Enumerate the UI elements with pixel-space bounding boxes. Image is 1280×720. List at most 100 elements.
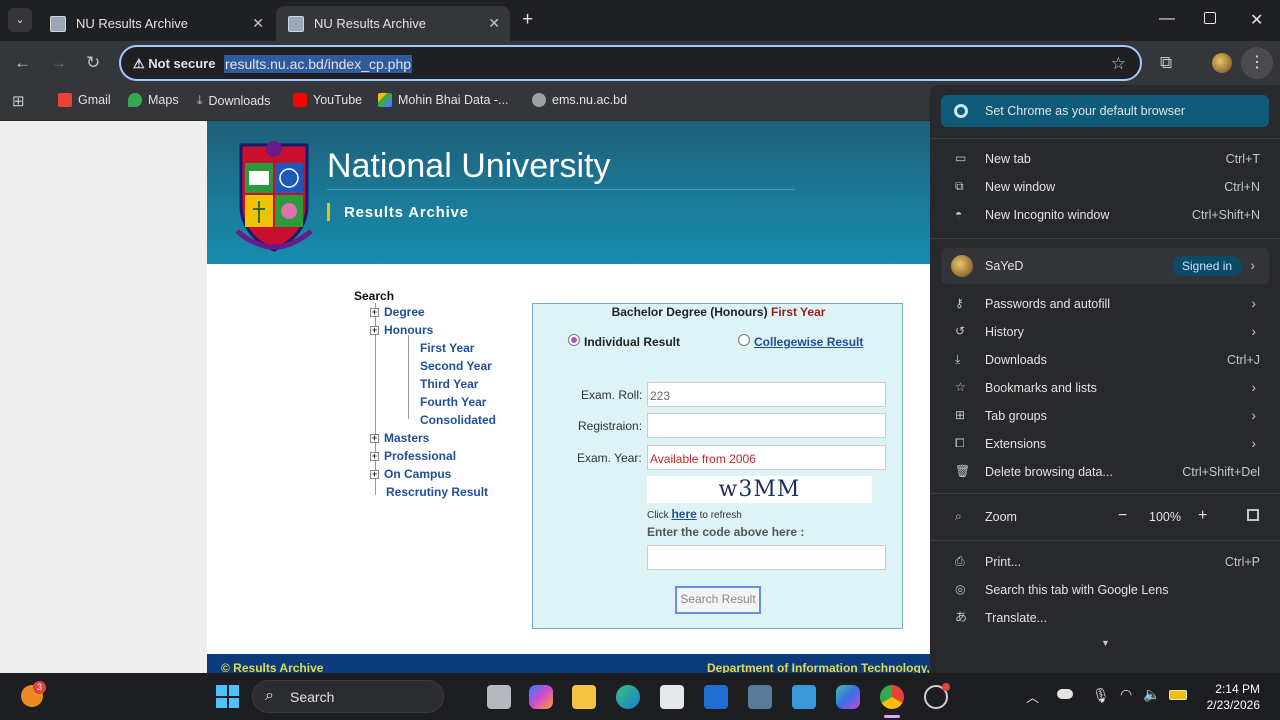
expand-icon[interactable]: + (370, 470, 379, 480)
fullscreen-icon[interactable] (1247, 509, 1259, 521)
app-icon[interactable] (748, 685, 772, 709)
minimize-button[interactable]: — (1159, 10, 1175, 28)
close-window-button[interactable]: ✕ (1250, 10, 1263, 30)
expand-icon[interactable]: + (370, 326, 379, 336)
collegewise-result-radio[interactable] (738, 334, 750, 346)
menu-new-window[interactable]: ⧉ New window Ctrl+N (930, 175, 1280, 201)
tree-item-degree[interactable]: + Degree (370, 305, 425, 319)
tree-item-fourth-year[interactable]: Fourth Year (420, 395, 486, 409)
site-container: National University Results Archive Sear… (207, 121, 930, 673)
file-explorer-icon[interactable] (572, 685, 596, 709)
search-result-button[interactable]: Search Result (675, 586, 761, 614)
task-view-icon[interactable] (487, 685, 511, 709)
battery-icon[interactable] (1169, 690, 1187, 700)
tree-item-professional[interactable]: + Professional (370, 449, 456, 463)
apps-icon[interactable]: ⊞ (12, 94, 28, 110)
individual-result-radio[interactable] (568, 334, 580, 346)
chevron-up-icon[interactable]: ︿ (1026, 687, 1039, 706)
zoom-in-button[interactable]: + (1198, 507, 1207, 525)
edge-icon[interactable] (616, 685, 640, 709)
copilot-icon[interactable] (529, 685, 553, 709)
expand-icon[interactable]: + (370, 308, 379, 318)
tree-item-rescrutiny[interactable]: Rescrutiny Result (386, 485, 488, 499)
site-header: National University Results Archive (207, 121, 930, 264)
system-clock[interactable]: 2:14 PM 2/23/2026 (1207, 681, 1260, 713)
menu-profile[interactable]: SaYeD Signed in › (941, 248, 1269, 284)
exam-roll-input[interactable]: 223 (647, 382, 886, 407)
extensions-icon[interactable]: ⧉ (1160, 53, 1172, 73)
expand-icon[interactable]: + (370, 452, 379, 462)
zoom-out-button[interactable]: − (1118, 507, 1127, 525)
back-icon[interactable]: ← (14, 53, 31, 73)
restore-button[interactable] (1204, 12, 1216, 24)
tree-item-second-year[interactable]: Second Year (420, 359, 492, 373)
tab-2[interactable]: NU Results Archive ✕ (276, 6, 510, 41)
bookmark-gmail[interactable]: Gmail (58, 93, 111, 107)
bookmark-drive[interactable]: Mohin Bhai Data -... (378, 93, 508, 107)
captcha-code-input[interactable] (647, 545, 886, 570)
remote-desktop-icon[interactable] (792, 685, 816, 709)
translate-icon: あ (955, 610, 968, 624)
forward-icon[interactable]: → (50, 53, 67, 73)
tree-item-consolidated[interactable]: Consolidated (420, 413, 496, 427)
new-tab-button[interactable]: + (522, 9, 533, 31)
exam-year-select[interactable]: Available from 2006 (647, 445, 886, 470)
refresh-link[interactable]: here (671, 507, 696, 521)
tab-search-button[interactable]: ⌄ (8, 8, 32, 32)
tree-item-third-year[interactable]: Third Year (420, 377, 478, 391)
taskbar-search[interactable]: ⌕ Search (252, 680, 444, 713)
store-icon[interactable] (660, 685, 684, 709)
bookmark-maps[interactable]: Maps (128, 93, 179, 107)
profile-avatar (951, 255, 973, 277)
m365-copilot-icon[interactable] (836, 685, 860, 709)
tree-item-on-campus[interactable]: + On Campus (370, 467, 451, 481)
tab-1[interactable]: NU Results Archive ✕ (38, 6, 274, 41)
menu-bookmarks[interactable]: ☆ Bookmarks and lists › (930, 376, 1280, 402)
bookmark-youtube[interactable]: YouTube (293, 93, 362, 107)
reload-icon[interactable]: ↻ (86, 53, 100, 73)
close-tab-icon[interactable]: ✕ (252, 15, 264, 32)
bookmark-ems[interactable]: ems.nu.ac.bd (532, 93, 627, 107)
volume-icon[interactable]: 🔈 (1143, 686, 1160, 703)
not-secure-label[interactable]: ⚠ Not secure (133, 56, 215, 72)
menu-separator (930, 238, 1280, 239)
chrome-menu-button[interactable]: ⋮ (1241, 47, 1273, 79)
url-text[interactable]: results.nu.ac.bd/index_cp.php (224, 55, 413, 73)
registration-input[interactable] (647, 413, 886, 438)
profile-avatar[interactable] (1212, 53, 1232, 73)
exam-roll-label: Exam. Roll: (581, 388, 643, 402)
expand-icon[interactable]: + (370, 434, 379, 444)
menu-delete-data[interactable]: 🗑 Delete browsing data... Ctrl+Shift+Del (930, 460, 1280, 486)
tree-item-honours[interactable]: + Honours (370, 323, 433, 337)
refresh-hint: Click here to refresh (647, 507, 742, 521)
menu-translate[interactable]: あ Translate... (930, 606, 1280, 632)
outlook-icon[interactable] (704, 685, 728, 709)
address-bar[interactable]: ⚠ Not secure results.nu.ac.bd/index_cp.p… (119, 45, 1142, 81)
menu-incognito[interactable]: ◓ New Incognito window Ctrl+Shift+N (930, 203, 1280, 229)
zoom-icon: ⌕ (955, 509, 962, 523)
bookmark-star-icon[interactable]: ☆ (1111, 54, 1126, 74)
scroll-down-icon[interactable]: ▼ (1101, 638, 1110, 648)
menu-extensions[interactable]: ⧠ Extensions › (930, 432, 1280, 458)
tree-item-masters[interactable]: + Masters (370, 431, 429, 445)
menu-tab-groups[interactable]: ⊞ Tab groups › (930, 404, 1280, 430)
menu-print[interactable]: ⎙ Print... Ctrl+P (930, 550, 1280, 576)
windows-start-icon[interactable] (216, 685, 239, 708)
tree-item-first-year[interactable]: First Year (420, 341, 474, 355)
individual-result-label[interactable]: Individual Result (584, 335, 680, 349)
onedrive-icon[interactable] (1057, 689, 1073, 699)
menu-history[interactable]: ↺ History › (930, 320, 1280, 346)
menu-google-lens[interactable]: ◎ Search this tab with Google Lens (930, 578, 1280, 604)
close-tab-icon[interactable]: ✕ (488, 15, 500, 32)
bookmark-downloads[interactable]: ⤓ Downloads (197, 93, 270, 108)
set-default-browser-item[interactable]: Set Chrome as your default browser (941, 95, 1269, 127)
tree-root: Search (354, 289, 395, 303)
tab-strip: ⌄ NU Results Archive ✕ NU Results Archiv… (0, 0, 1280, 41)
menu-new-tab[interactable]: ▭ New tab Ctrl+T (930, 147, 1280, 173)
chrome-icon[interactable] (880, 685, 904, 709)
menu-downloads[interactable]: ⤓ Downloads Ctrl+J (930, 348, 1280, 374)
wifi-icon[interactable]: ◠ (1120, 686, 1132, 703)
menu-passwords[interactable]: ⚷ Passwords and autofill › (930, 292, 1280, 318)
microphone-icon[interactable]: 🎙 (1092, 687, 1110, 704)
collegewise-result-link[interactable]: Collegewise Result (754, 335, 863, 349)
